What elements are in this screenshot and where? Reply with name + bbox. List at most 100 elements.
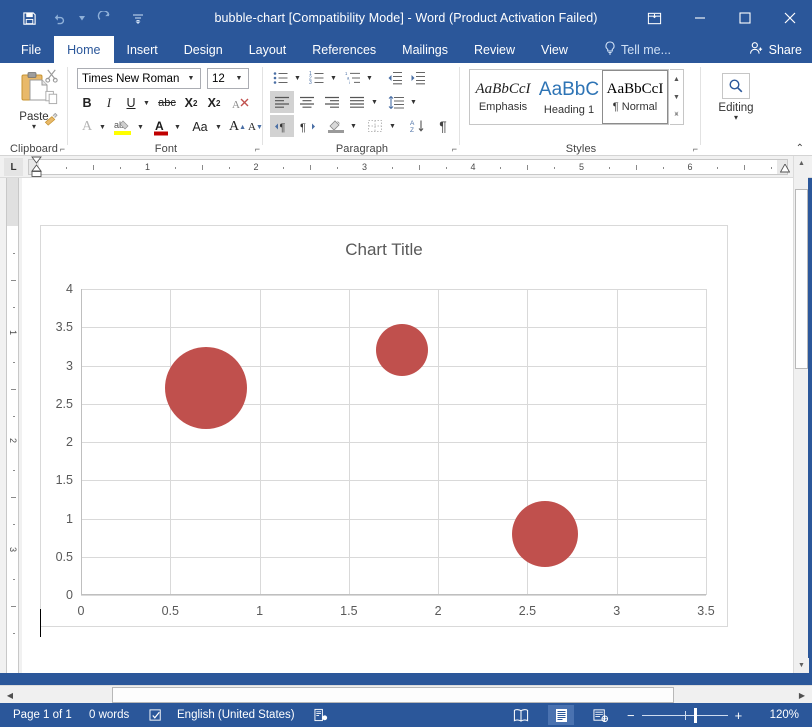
print-layout-view-button[interactable]	[548, 705, 574, 725]
horizontal-scrollbar[interactable]: ◀ ▶	[0, 685, 812, 703]
styles-scroll-down-icon[interactable]: ▼	[670, 88, 683, 106]
superscript-button[interactable]: X2	[203, 92, 225, 114]
minimize-icon[interactable]	[677, 0, 722, 36]
scroll-left-icon[interactable]: ◀	[2, 687, 18, 703]
page-indicator[interactable]: Page 1 of 1	[8, 703, 77, 727]
vertical-ruler-track[interactable]: 123	[6, 178, 19, 673]
read-mode-view-button[interactable]	[508, 705, 534, 725]
tab-home[interactable]: Home	[54, 36, 113, 63]
change-case-button[interactable]: Aa	[187, 116, 213, 138]
horizontal-ruler[interactable]: L 123456	[0, 156, 812, 178]
horizontal-scroll-thumb[interactable]	[112, 687, 674, 703]
horizontal-ruler-track[interactable]: 123456	[28, 159, 788, 175]
shading-icon[interactable]	[324, 115, 348, 137]
style-normal[interactable]: AaBbCcI ¶ Normal	[602, 70, 668, 124]
spell-check-icon[interactable]	[145, 703, 168, 727]
web-layout-view-button[interactable]	[588, 705, 614, 725]
multilevel-list-dropdown-icon[interactable]: ▼	[364, 67, 375, 89]
multilevel-list-icon[interactable]: 1ai	[342, 67, 364, 89]
word-count[interactable]: 0 words	[84, 703, 134, 727]
document-page[interactable]: Chart Title 00.511.522.533.54 00.511.522…	[22, 178, 794, 673]
tab-references[interactable]: References	[299, 36, 389, 63]
ltr-text-icon[interactable]: ¶	[270, 115, 294, 137]
borders-icon[interactable]	[363, 115, 387, 137]
cut-icon[interactable]	[40, 65, 62, 85]
tab-review[interactable]: Review	[461, 36, 528, 63]
font-size-input[interactable]: 12 ▼	[207, 68, 249, 89]
tab-view[interactable]: View	[528, 36, 581, 63]
collapse-ribbon-icon[interactable]: ⌃	[796, 143, 804, 154]
bold-button[interactable]: B	[77, 92, 97, 114]
chart-bubble[interactable]	[376, 324, 428, 376]
borders-dropdown-icon[interactable]: ▼	[387, 115, 398, 137]
copy-icon[interactable]	[40, 87, 62, 107]
justify-dropdown-icon[interactable]: ▼	[369, 91, 380, 113]
highlight-color-dropdown-icon[interactable]: ▼	[135, 116, 146, 138]
increase-indent-icon[interactable]	[407, 67, 429, 89]
style-emphasis[interactable]: AaBbCcI Emphasis	[470, 70, 536, 124]
font-name-dropdown-icon[interactable]: ▼	[184, 69, 198, 88]
format-painter-icon[interactable]	[40, 109, 62, 129]
zoom-out-button[interactable]: −	[620, 709, 642, 722]
editing-button[interactable]: Editing ▾	[712, 69, 760, 131]
font-size-dropdown-icon[interactable]: ▼	[232, 69, 246, 88]
scroll-up-icon[interactable]: ▲	[794, 156, 809, 171]
strikethrough-button[interactable]: abc	[155, 92, 179, 114]
line-spacing-dropdown-icon[interactable]: ▼	[408, 91, 419, 113]
line-spacing-icon[interactable]	[384, 91, 408, 113]
text-effects-dropdown-icon[interactable]: ▼	[97, 116, 108, 138]
tell-me-box[interactable]: Tell me...	[604, 36, 671, 63]
font-color-button[interactable]: A	[150, 116, 172, 138]
shading-dropdown-icon[interactable]: ▼	[348, 115, 359, 137]
tab-insert[interactable]: Insert	[114, 36, 171, 63]
change-case-dropdown-icon[interactable]: ▼	[213, 116, 224, 138]
paste-dropdown-caret[interactable]: ▾	[32, 124, 36, 130]
ribbon-display-options-icon[interactable]	[632, 0, 677, 36]
styles-dialog-launcher[interactable]: ⌐	[693, 144, 698, 154]
text-highlight-color-button[interactable]: ab	[111, 116, 135, 138]
style-heading-1[interactable]: AaBbC Heading 1	[536, 70, 602, 124]
align-left-icon[interactable]	[270, 91, 294, 113]
numbering-icon[interactable]: 123	[306, 67, 328, 89]
clipboard-dialog-launcher[interactable]: ⌐	[60, 144, 65, 154]
paragraph-dialog-launcher[interactable]: ⌐	[452, 144, 457, 154]
vertical-ruler[interactable]: 123	[0, 178, 22, 673]
tab-mailings[interactable]: Mailings	[389, 36, 461, 63]
decrease-indent-icon[interactable]	[384, 67, 406, 89]
align-right-icon[interactable]	[320, 91, 344, 113]
document-canvas[interactable]: Chart Title 00.511.522.533.54 00.511.522…	[22, 178, 794, 673]
tab-stop-selector[interactable]: L	[4, 158, 23, 176]
italic-button[interactable]: I	[99, 92, 119, 114]
close-icon[interactable]	[767, 0, 812, 36]
chart-bubble[interactable]	[512, 501, 578, 567]
justify-icon[interactable]	[345, 91, 369, 113]
font-name-input[interactable]: Times New Roman ▼	[77, 68, 201, 89]
vertical-scrollbar[interactable]: ▲ ▼	[793, 156, 808, 673]
tab-file[interactable]: File	[8, 36, 54, 63]
text-effects-button[interactable]: A	[77, 116, 97, 138]
subscript-button[interactable]: X2	[180, 92, 202, 114]
underline-dropdown-icon[interactable]: ▼	[141, 92, 152, 114]
styles-scroll-up-icon[interactable]: ▲	[670, 70, 683, 88]
maximize-icon[interactable]	[722, 0, 767, 36]
bullets-icon[interactable]	[270, 67, 292, 89]
tab-design[interactable]: Design	[171, 36, 236, 63]
record-macro-icon[interactable]	[310, 703, 332, 727]
chart-object[interactable]: Chart Title 00.511.522.533.54 00.511.522…	[40, 225, 728, 627]
zoom-level[interactable]: 120%	[765, 703, 804, 727]
rtl-text-icon[interactable]: ¶	[295, 115, 319, 137]
numbering-dropdown-icon[interactable]: ▼	[328, 67, 339, 89]
zoom-slider[interactable]: − +	[620, 703, 749, 727]
font-dialog-launcher[interactable]: ⌐	[255, 144, 260, 154]
tab-layout[interactable]: Layout	[236, 36, 300, 63]
sort-icon[interactable]: AZ	[406, 115, 430, 137]
styles-more-icon[interactable]: ⩙	[670, 106, 683, 124]
font-color-dropdown-icon[interactable]: ▼	[172, 116, 183, 138]
chart-bubble[interactable]	[165, 347, 247, 429]
zoom-in-button[interactable]: +	[728, 709, 750, 722]
show-marks-icon[interactable]: ¶	[432, 115, 454, 137]
right-indent-marker[interactable]	[780, 160, 790, 178]
chart-plot-area[interactable]: 00.511.522.533.54 00.511.522.533.5	[81, 289, 706, 595]
share-button[interactable]: Share	[749, 36, 802, 63]
align-center-icon[interactable]	[295, 91, 319, 113]
